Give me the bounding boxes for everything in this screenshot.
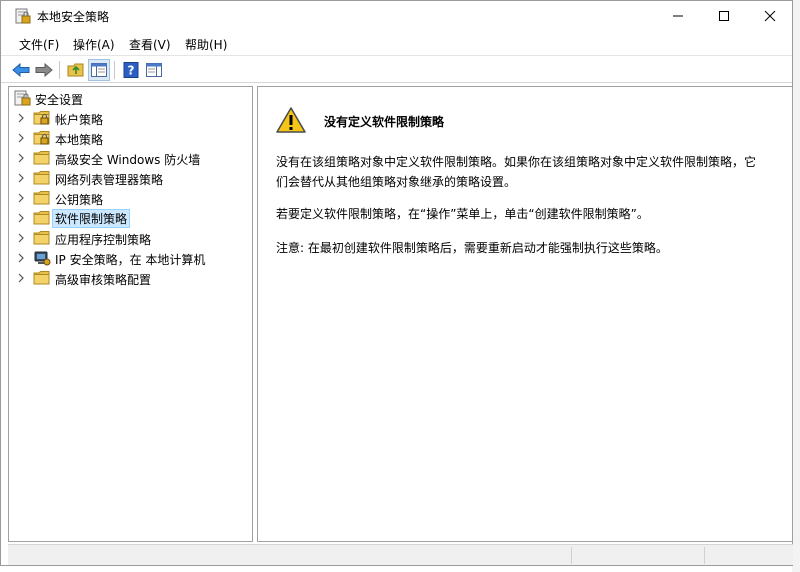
tree-item-label: 公钥策略 (55, 193, 104, 207)
toolbar: ? (1, 55, 792, 83)
forward-button[interactable] (33, 59, 55, 81)
tree-item-label: 应用程序控制策略 (55, 233, 152, 247)
menu-file[interactable]: 文件(F) (19, 36, 59, 53)
tree-item[interactable]: 公钥策略 (9, 188, 252, 208)
tree-item-label: IP 安全策略，在 本地计算机 (55, 253, 206, 267)
show-hide-console-tree-button[interactable] (88, 59, 110, 81)
chevron-right-icon[interactable] (16, 233, 26, 243)
tree-item[interactable]: 应用程序控制策略 (9, 228, 252, 248)
back-button[interactable] (10, 59, 32, 81)
tree-item-label: 高级安全 Windows 防火墙 (55, 153, 201, 167)
minimize-icon (673, 15, 683, 17)
action-pane-icon (146, 63, 162, 77)
tree-item-label: 安全设置 (35, 93, 84, 107)
maximize-icon (719, 11, 729, 21)
chevron-right-icon[interactable] (16, 173, 26, 183)
tree-item[interactable]: 高级安全 Windows 防火墙 (9, 148, 252, 168)
warning-icon (276, 107, 306, 133)
local-security-policy-window: 本地安全策略 文件(F) 操作(A) 查看(V) 帮助(H) ? 安全设置 帐户… (0, 0, 793, 566)
help-icon: ? (123, 62, 139, 78)
tree-item[interactable]: 本地策略 (9, 128, 252, 148)
result-pane: 没有定义软件限制策略 没有在该组策略对象中定义软件限制策略。如果你在该组策略对象… (257, 86, 793, 542)
menu-view[interactable]: 查看(V) (129, 36, 171, 53)
folder-icon (33, 151, 50, 165)
console-tree-icon (91, 63, 107, 77)
security-settings-icon (14, 90, 31, 106)
chevron-right-icon[interactable] (16, 193, 26, 203)
show-hide-action-pane-button[interactable] (143, 59, 165, 81)
chevron-right-icon[interactable] (16, 253, 26, 263)
chevron-right-icon[interactable] (16, 273, 26, 283)
back-arrow-icon (12, 63, 30, 77)
window-title: 本地安全策略 (37, 10, 110, 24)
tree-item-label: 软件限制策略 (52, 209, 131, 228)
status-cell (704, 547, 792, 564)
status-cell (571, 547, 704, 564)
tree-item[interactable]: 网络列表管理器策略 (9, 168, 252, 188)
tree-item-label: 帐户策略 (55, 113, 104, 127)
description-paragraph: 没有在该组策略对象中定义软件限制策略。如果你在该组策略对象中定义软件限制策略，它… (276, 155, 757, 189)
folder-icon (33, 211, 50, 225)
folder-icon (33, 271, 50, 285)
note-paragraph: 注意: 在最初创建软件限制策略后，需要重新启动才能强制执行这些策略。 (276, 241, 668, 255)
ip-security-icon (34, 251, 51, 266)
chevron-right-icon[interactable] (16, 133, 26, 143)
folder-up-icon (67, 63, 84, 77)
background-window-edge (792, 0, 800, 572)
title-bar[interactable]: 本地安全策略 (1, 1, 792, 31)
tree-item-label: 高级审核策略配置 (55, 273, 152, 287)
folder-lock-icon (33, 131, 50, 145)
menu-help[interactable]: 帮助(H) (185, 36, 227, 53)
close-icon (764, 10, 776, 22)
tree-item-security-settings[interactable]: 安全设置 (9, 88, 252, 108)
menu-action[interactable]: 操作(A) (73, 36, 115, 53)
menu-bar: 文件(F) 操作(A) 查看(V) 帮助(H) (1, 32, 792, 54)
status-bar (8, 544, 793, 565)
chevron-right-icon[interactable] (16, 153, 26, 163)
folder-icon (33, 171, 50, 185)
folder-icon (33, 231, 50, 245)
tree-item-label: 网络列表管理器策略 (55, 173, 164, 187)
security-policy-app-icon (15, 8, 31, 24)
tree-item[interactable]: 帐户策略 (9, 108, 252, 128)
folder-lock-icon (33, 111, 50, 125)
tree-item-label: 本地策略 (55, 133, 104, 147)
tree-item[interactable]: IP 安全策略，在 本地计算机 (9, 248, 252, 268)
folder-icon (33, 191, 50, 205)
instruction-paragraph: 若要定义软件限制策略，在“操作”菜单上，单击“创建软件限制策略”。 (276, 207, 649, 221)
svg-text:?: ? (128, 64, 135, 78)
tree-item[interactable]: 高级审核策略配置 (9, 268, 252, 288)
up-one-level-button[interactable] (65, 59, 87, 81)
maximize-button[interactable] (701, 1, 747, 31)
help-button[interactable]: ? (120, 59, 142, 81)
no-policy-heading: 没有定义软件限制策略 (324, 115, 445, 129)
minimize-button[interactable] (655, 1, 701, 31)
chevron-right-icon[interactable] (16, 113, 26, 123)
console-tree-pane: 安全设置 帐户策略本地策略高级安全 Windows 防火墙 网络列表管理器策略 公钥… (8, 86, 253, 542)
tree-item[interactable]: 软件限制策略 (9, 208, 252, 228)
chevron-right-icon[interactable] (16, 213, 26, 223)
close-button[interactable] (747, 1, 793, 31)
forward-arrow-icon (35, 63, 53, 77)
